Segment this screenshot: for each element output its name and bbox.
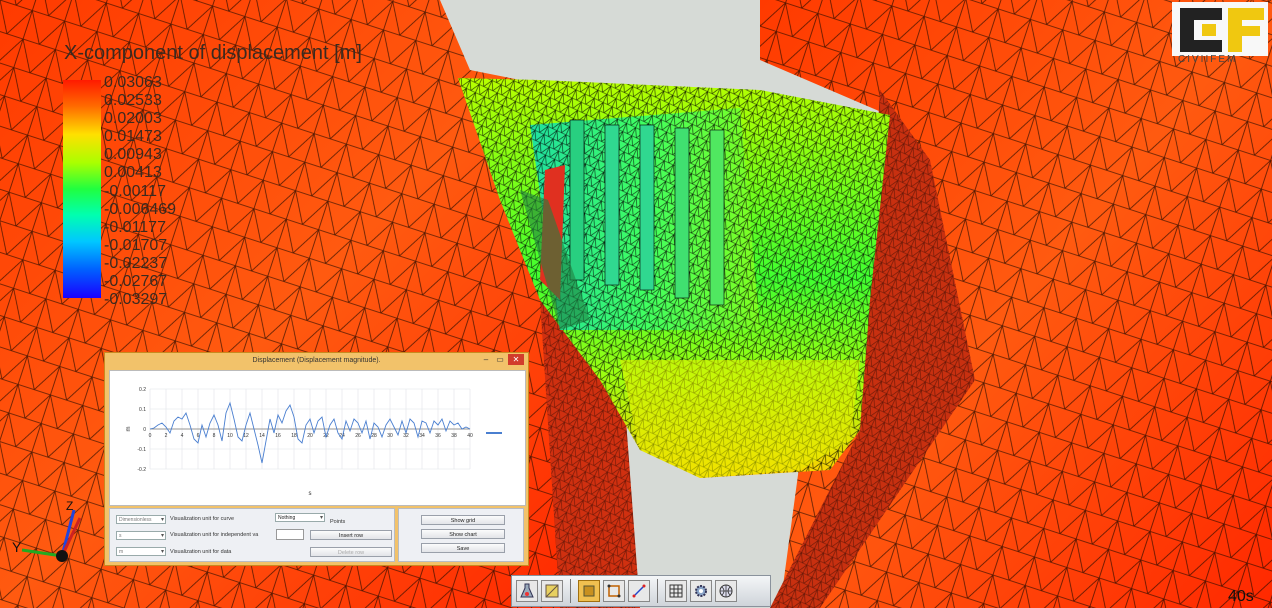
data-unit-label: Visualization unit for data xyxy=(170,549,232,555)
grid-icon[interactable] xyxy=(665,580,687,602)
maximize-icon[interactable]: ▭ xyxy=(494,354,506,365)
logo-text: CIVIIFEM xyxy=(1178,54,1238,65)
y-tick-label: 0 xyxy=(143,427,146,433)
unit-settings-panel: Dimensionless Visualization unit for cur… xyxy=(109,508,395,562)
view-toolbar xyxy=(511,575,771,607)
settings-gear-icon[interactable] xyxy=(690,580,712,602)
displacement-dialog: Displacement (Displacement magnitude). –… xyxy=(104,352,529,566)
x-tick-label: 10 xyxy=(227,433,233,439)
mesh-edit-icon[interactable] xyxy=(541,580,563,602)
flask-icon[interactable] xyxy=(516,580,538,602)
show-chart-button[interactable]: Show chart xyxy=(421,529,505,539)
points-label: Points xyxy=(330,519,346,525)
x-axis-label: s xyxy=(309,491,312,497)
y-tick-label: 0.2 xyxy=(139,387,146,393)
colorbar-label: 0.02003 xyxy=(104,110,162,128)
x-tick-label: 38 xyxy=(451,433,457,439)
show-grid-button[interactable]: Show grid xyxy=(421,515,505,525)
curve-unit-select[interactable]: Dimensionless xyxy=(116,515,166,525)
y-tick-label: -0.1 xyxy=(137,447,146,453)
delete-row-button[interactable]: Delete row xyxy=(310,547,392,557)
time-label: 40s xyxy=(1228,588,1254,605)
x-tick-label: 20 xyxy=(307,433,313,439)
colorbar-labels: 0.03063 0.02533 0.02003 0.01473 0.00943 … xyxy=(104,74,176,309)
x-tick-label: 36 xyxy=(435,433,441,439)
y-axis-label: m xyxy=(126,427,132,432)
colorbar-label: -0.02237 xyxy=(104,254,168,272)
solid-view-icon[interactable] xyxy=(578,580,600,602)
curve-unit-label: Visualization unit for curve xyxy=(170,516,235,522)
x-tick-label: 34 xyxy=(419,433,425,439)
colorbar-gradient xyxy=(63,80,101,298)
wireframe-view-icon[interactable] xyxy=(603,580,625,602)
window-controls: – ▭ ✕ xyxy=(480,354,524,365)
x-tick-label: 40 xyxy=(467,433,473,439)
close-icon[interactable]: ✕ xyxy=(508,354,524,365)
y-tick-label: 0.1 xyxy=(139,407,146,413)
data-unit-select[interactable]: m xyxy=(116,547,166,557)
save-button[interactable]: Save xyxy=(421,543,505,553)
x-tick-label: 2 xyxy=(165,433,168,439)
minimize-icon[interactable]: – xyxy=(480,354,492,365)
axis-z-label: Z xyxy=(66,499,73,513)
independent-unit-select[interactable]: s xyxy=(116,531,166,541)
row-input[interactable] xyxy=(276,529,304,540)
x-tick-label: 8 xyxy=(213,433,216,439)
colorbar-label: -0.03297 xyxy=(104,291,168,309)
chart-actions-panel: Show grid Show chart Save xyxy=(398,508,524,562)
x-tick-label: 26 xyxy=(355,433,361,439)
colorbar-label: 0.03063 xyxy=(104,74,162,91)
insert-row-button[interactable]: Insert row xyxy=(310,530,392,540)
colorbar-label: -0.006469 xyxy=(104,200,177,218)
x-tick-label: 4 xyxy=(181,433,184,439)
y-tick-label: -0.2 xyxy=(137,467,146,473)
colorbar-label: -0.01707 xyxy=(104,236,168,254)
measure-line-icon[interactable] xyxy=(628,580,650,602)
dialog-title: Displacement (Displacement magnitude). xyxy=(252,357,381,364)
x-tick-label: 18 xyxy=(291,433,297,439)
globe-icon[interactable] xyxy=(715,580,737,602)
colorbar-label: 0.00943 xyxy=(104,146,162,164)
colorbar-label: 0.01473 xyxy=(104,128,162,146)
colorbar-label: -0.01177 xyxy=(104,218,166,236)
colorbar-label: -0.00117 xyxy=(104,182,166,200)
toolbar-separator xyxy=(657,579,658,603)
x-tick-label: 14 xyxy=(259,433,265,439)
axes-triad: Y Z xyxy=(12,499,82,562)
colorbar-label: -0.02767 xyxy=(104,273,168,291)
displacement-chart: 0 2 4 6 8 10 12 14 16 18 20 22 24 26 28 30 32 34 36 38 400.2… xyxy=(126,387,502,497)
x-tick-label: 0 xyxy=(149,433,152,439)
x-tick-label: 28 xyxy=(371,433,377,439)
independent-unit-label: Visualization unit for independent va xyxy=(170,532,259,538)
axis-y-label: Y xyxy=(12,539,22,555)
colorbar-title: X-component of displacement [m] xyxy=(64,42,362,64)
colorbar-label: 0.02533 xyxy=(104,92,162,110)
colorbar-label: 0.00413 xyxy=(104,164,162,182)
chart-area: 0 2 4 6 8 10 12 14 16 18 20 22 24 26 28 30 32 34 36 38 40 0.2… xyxy=(109,370,526,506)
toolbar-separator xyxy=(570,579,571,603)
x-tick-label: 16 xyxy=(275,433,281,439)
x-tick-label: 30 xyxy=(387,433,393,439)
points-select[interactable]: Nothing xyxy=(275,513,325,523)
